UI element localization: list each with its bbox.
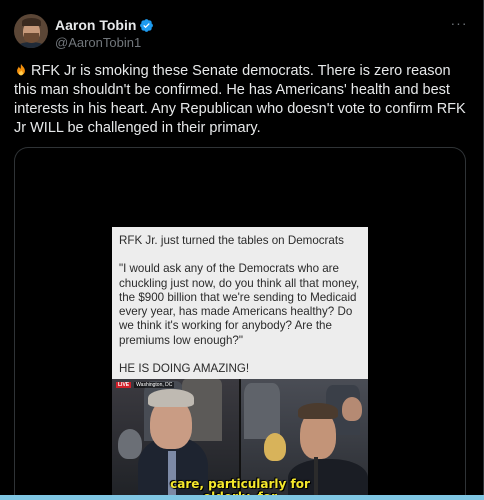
tweet-media[interactable]: RFK Jr. just turned the tables on Democr… bbox=[14, 147, 466, 500]
verified-badge-icon bbox=[140, 18, 154, 32]
tweet-header: Aaron Tobin @AaronTobin1 ··· bbox=[14, 14, 470, 54]
tweet-body: RFK Jr is smoking these Senate democrats… bbox=[14, 63, 466, 136]
live-badge: LIVE bbox=[116, 382, 132, 388]
avatar[interactable] bbox=[14, 14, 48, 48]
live-location: Washington, DC bbox=[134, 382, 175, 388]
live-indicator: LIVE Washington, DC bbox=[116, 382, 175, 388]
tweet-container: Aaron Tobin @AaronTobin1 ··· RFK Jr is s… bbox=[0, 0, 484, 500]
quote-card-title: RFK Jr. just turned the tables on Democr… bbox=[119, 234, 344, 247]
quote-card-footer: HE IS DOING AMAZING! bbox=[119, 362, 250, 376]
video-frame[interactable]: LIVE Washington, DC care, particularly f… bbox=[112, 379, 368, 500]
tweet-text: RFK Jr is smoking these Senate democrats… bbox=[14, 62, 470, 138]
author-handle[interactable]: @AaronTobin1 bbox=[55, 35, 141, 50]
author-row: Aaron Tobin bbox=[55, 17, 154, 33]
quote-card-body: "I would ask any of the Democrats who ar… bbox=[119, 262, 360, 347]
quote-card: RFK Jr. just turned the tables on Democr… bbox=[112, 227, 368, 379]
more-options-button[interactable]: ··· bbox=[448, 16, 470, 34]
author-name[interactable]: Aaron Tobin bbox=[55, 17, 136, 33]
fire-icon bbox=[17, 63, 25, 76]
progress-accent-line bbox=[0, 495, 484, 500]
